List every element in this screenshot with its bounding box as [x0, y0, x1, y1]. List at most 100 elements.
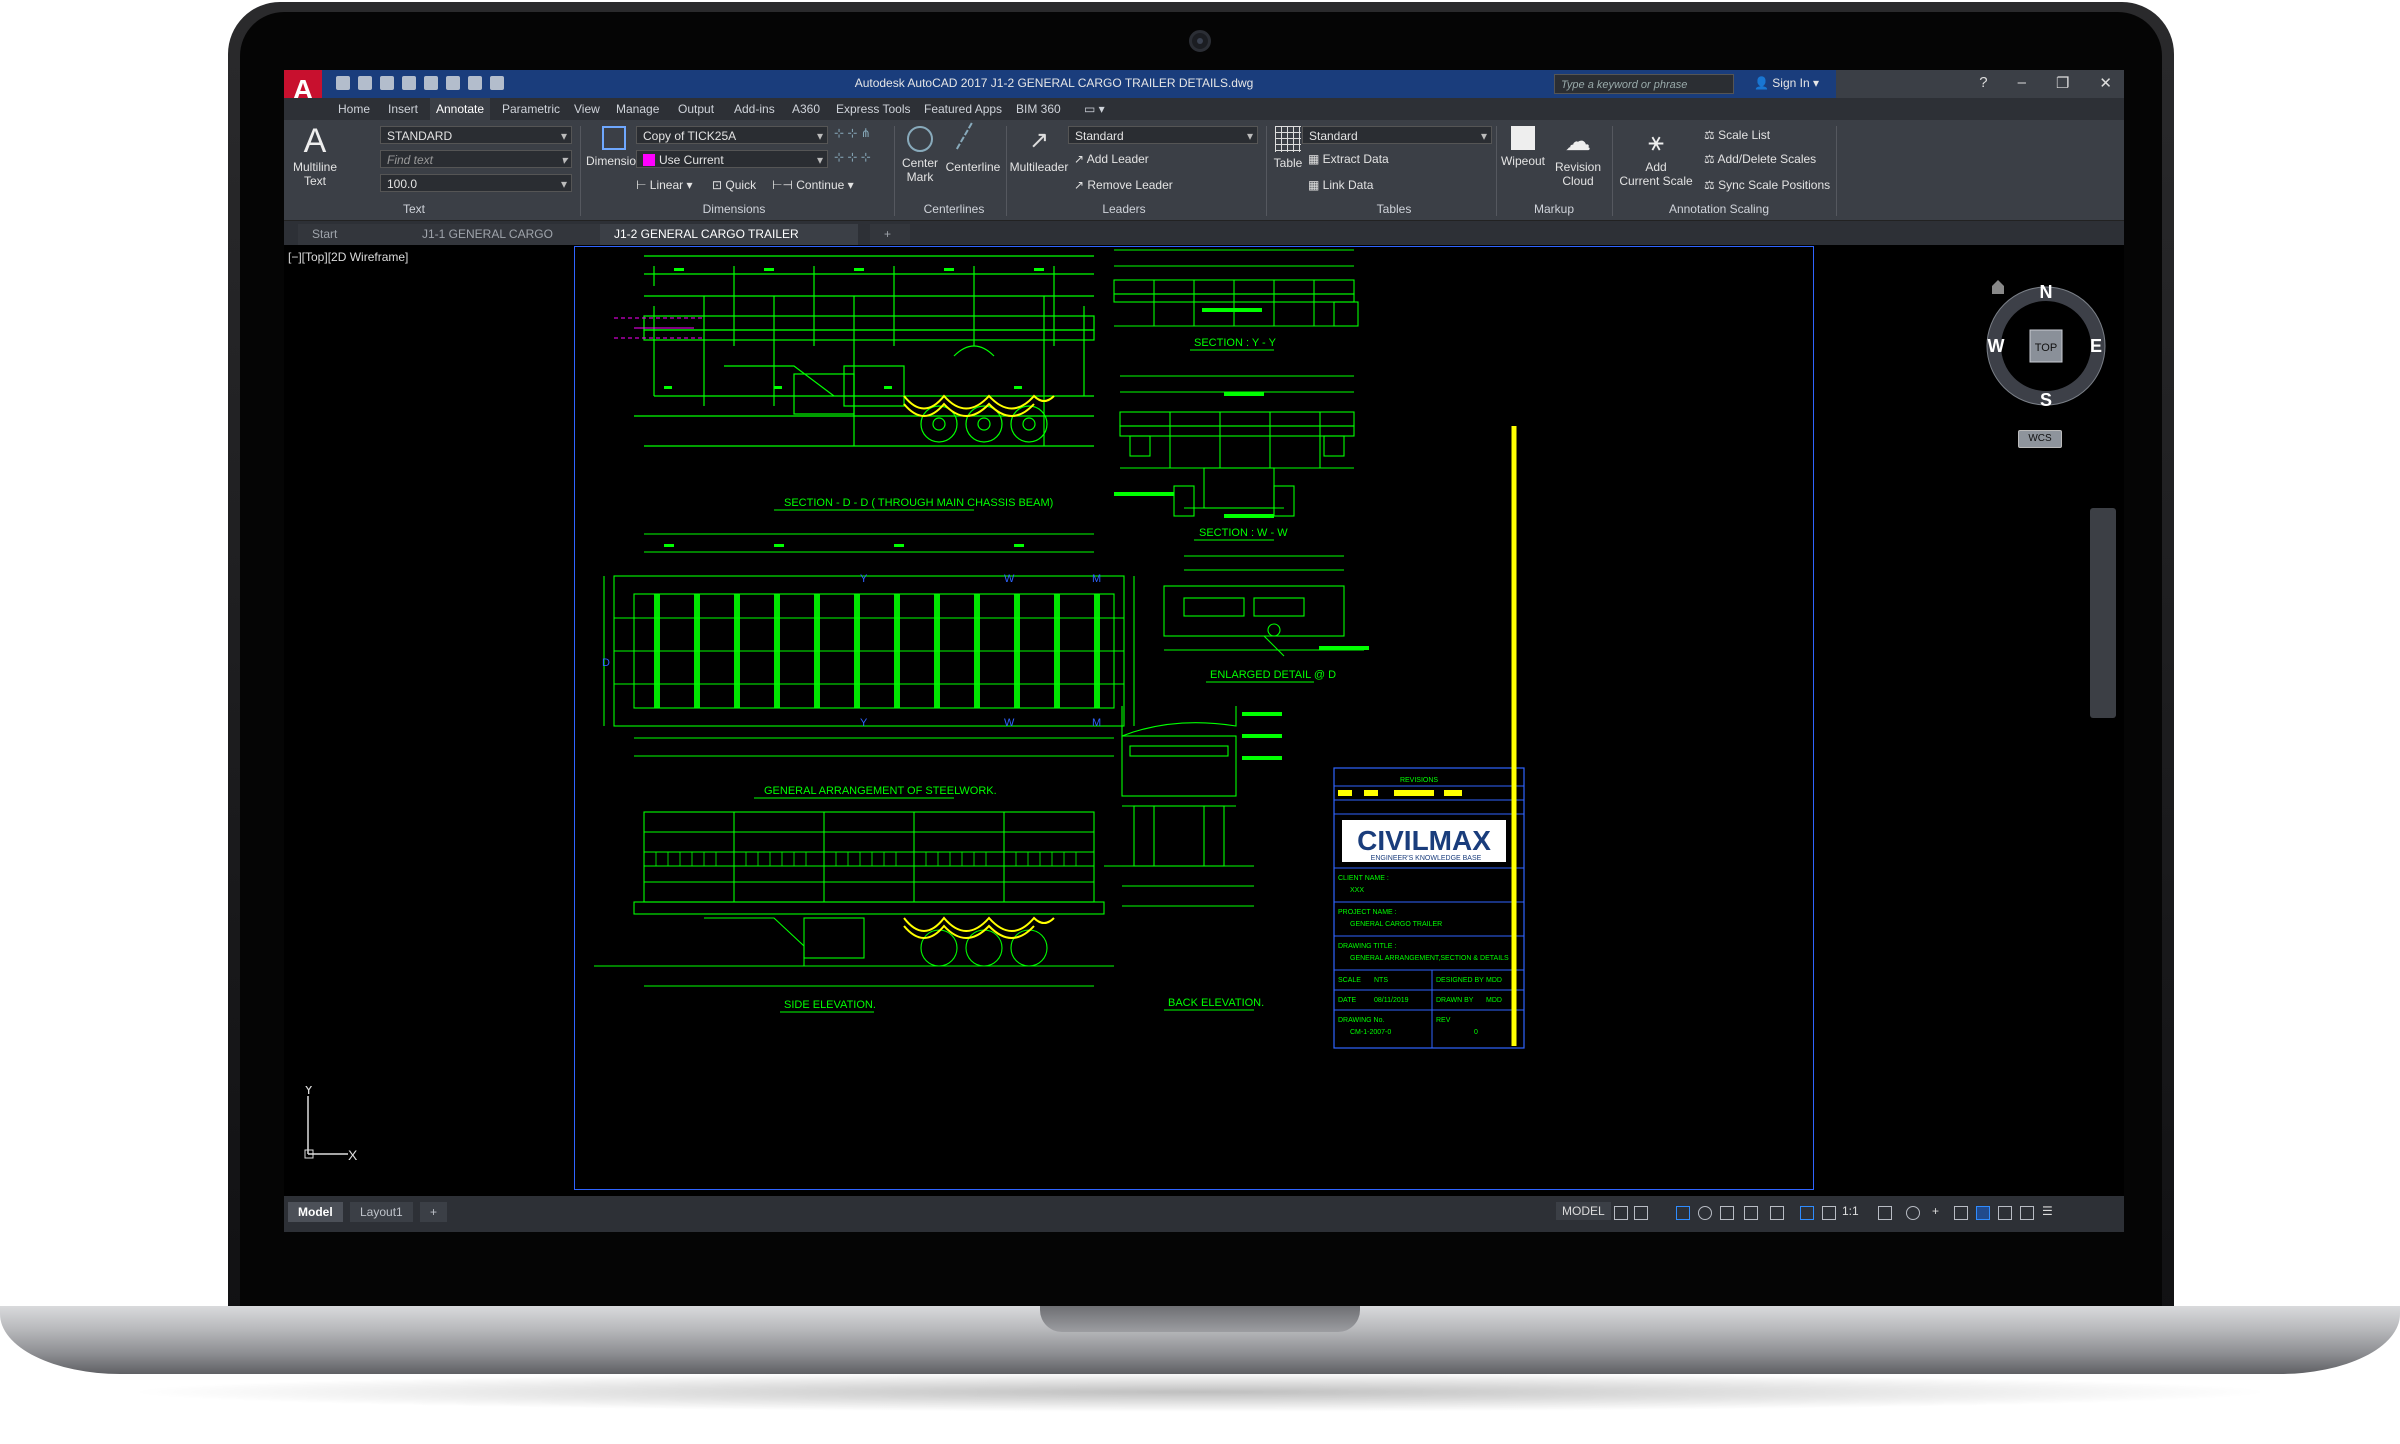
tab-drawing-1[interactable]: J1-1 GENERAL CARGO TRAILER* — [408, 224, 612, 262]
side-elevation-panels — [655, 852, 1077, 866]
dimension-style-select[interactable]: Copy of TICK25A — [636, 126, 828, 145]
text-style-select[interactable]: STANDARD — [380, 126, 572, 145]
annotation-scale[interactable]: 1:1 — [1842, 1204, 1859, 1218]
tab-start[interactable]: Start — [298, 224, 422, 245]
multiline-text-button[interactable]: A Multiline Text — [292, 124, 338, 188]
tab-express-tools[interactable]: Express Tools — [836, 102, 910, 116]
tab-drawing-2[interactable]: J1-2 GENERAL CARGO TRAILER DETAILS* — [600, 224, 858, 262]
annotation-visibility-icon[interactable] — [1800, 1206, 1814, 1220]
tables-panel-label[interactable]: Tables — [1344, 202, 1444, 216]
dimension-tools-icons[interactable]: ⊹ ⊹ ⋔ — [834, 126, 871, 140]
dimension-break-icons[interactable]: ⊹ ⊹ ⊹ — [834, 150, 871, 164]
link-data-button[interactable]: ▦ Link Data — [1308, 178, 1373, 192]
wcs-menu[interactable]: WCS — [2018, 430, 2062, 448]
add-leader-button[interactable]: ↗ Add Leader — [1074, 152, 1149, 166]
ribbon-separator — [580, 126, 581, 216]
grid-icon[interactable] — [1614, 1206, 1628, 1220]
revision-cloud-button[interactable]: ☁ Revision Cloud — [1548, 126, 1608, 188]
tab-view[interactable]: View — [574, 102, 600, 116]
clean-screen-icon[interactable] — [2020, 1206, 2034, 1220]
help-icon[interactable]: ? — [1979, 74, 1987, 92]
print-icon[interactable] — [424, 76, 438, 90]
polar-icon[interactable] — [1698, 1206, 1712, 1220]
home-icon[interactable] — [1992, 280, 2004, 294]
table-style-select[interactable]: Standard — [1302, 126, 1492, 145]
compass-south[interactable]: S — [2040, 390, 2052, 410]
annotation-monitor-icon[interactable] — [1878, 1206, 1892, 1220]
wipeout-button[interactable]: Wipeout — [1498, 126, 1548, 168]
tab-annotate[interactable]: Annotate — [430, 98, 491, 120]
sync-scale-positions-button[interactable]: ⚖ Sync Scale Positions — [1704, 178, 1830, 192]
new-icon[interactable] — [336, 76, 350, 90]
navigation-bar[interactable] — [2090, 508, 2116, 718]
isolate-objects-icon[interactable] — [1976, 1206, 1990, 1220]
drawing-viewport[interactable]: [−][Top][2D Wireframe] SECTION - D - D (… — [284, 246, 2124, 1196]
compass-west[interactable]: W — [1988, 336, 2005, 356]
tab-a360[interactable]: A360 — [792, 102, 820, 116]
multileader-button[interactable]: ↗ Multileader — [1008, 126, 1070, 174]
minimize-icon[interactable]: – — [2018, 74, 2026, 92]
add-delete-scales-button[interactable]: ⚖ Add/Delete Scales — [1704, 152, 1816, 166]
compass-east[interactable]: E — [2090, 336, 2102, 356]
model-space-toggle[interactable]: MODEL — [1556, 1202, 1611, 1220]
dimension-button[interactable]: Dimension — [586, 126, 643, 168]
redo-icon[interactable] — [468, 76, 482, 90]
open-icon[interactable] — [358, 76, 372, 90]
find-text-input[interactable]: Find text — [380, 150, 572, 169]
add-layout-button[interactable]: + — [420, 1202, 448, 1222]
close-icon[interactable]: ✕ — [2099, 74, 2112, 92]
workspace-gear-icon[interactable] — [1906, 1206, 1920, 1220]
ortho-icon[interactable] — [1676, 1206, 1690, 1220]
section-yy-title: SECTION : Y - Y — [1194, 337, 1277, 349]
remove-leader-button[interactable]: ↗ Remove Leader — [1074, 178, 1173, 192]
tab-insert[interactable]: Insert — [388, 102, 418, 116]
centerline-button[interactable]: Centerline — [944, 122, 1002, 174]
tab-manage[interactable]: Manage — [616, 102, 659, 116]
save-as-icon[interactable] — [402, 76, 416, 90]
units-icon[interactable] — [1954, 1206, 1968, 1220]
center-mark-button[interactable]: Center Mark — [898, 126, 942, 184]
share-icon[interactable] — [490, 76, 504, 90]
panel-options-icon[interactable]: ▭ ▾ — [1084, 102, 1105, 116]
object-snap-icon[interactable] — [1744, 1206, 1758, 1220]
linear-button[interactable]: ⊢ Linear ▾ — [636, 178, 693, 192]
undo-icon[interactable] — [446, 76, 460, 90]
tab-add-ins[interactable]: Add-ins — [734, 102, 775, 116]
viewport-controls[interactable]: [−][Top][2D Wireframe] — [288, 250, 408, 264]
restore-icon[interactable]: ❐ — [2056, 74, 2069, 92]
remove-leader-label: Remove Leader — [1087, 178, 1173, 192]
add-current-scale-button[interactable]: ⚹ Add Current Scale — [1614, 126, 1698, 188]
save-icon[interactable] — [380, 76, 394, 90]
search-input[interactable]: Type a keyword or phrase — [1554, 74, 1734, 94]
cad-drawing[interactable]: SECTION - D - D ( THROUGH MAIN CHASSIS B… — [574, 246, 1814, 1190]
leaders-panel-label[interactable]: Leaders — [1074, 202, 1174, 216]
sign-in-button[interactable]: 👤 Sign In ▾ — [1754, 76, 1819, 90]
ribbon-separator — [1612, 126, 1613, 216]
customization-menu-icon[interactable]: ☰ — [2042, 1204, 2053, 1218]
isodraft-icon[interactable] — [1720, 1206, 1734, 1220]
tab-parametric[interactable]: Parametric — [502, 102, 560, 116]
tab-output[interactable]: Output — [678, 102, 714, 116]
quick-button[interactable]: ⊡ Quick — [712, 178, 756, 192]
viewcube[interactable]: TOP N S E W — [1984, 276, 2114, 426]
continue-button[interactable]: ⊢⊣ Continue ▾ — [772, 178, 854, 192]
new-tab-button[interactable]: + — [870, 224, 910, 245]
dimension-layer-select[interactable]: Use Current — [636, 150, 828, 169]
text-panel-label[interactable]: Text — [354, 202, 474, 216]
compass-north[interactable]: N — [2040, 282, 2053, 302]
dimensions-panel-label[interactable]: Dimensions — [664, 202, 804, 216]
text-height-select[interactable]: 100.0 — [380, 174, 572, 193]
tab-featured-apps[interactable]: Featured Apps — [924, 102, 1002, 116]
tab-layout1[interactable]: Layout1 — [350, 1202, 413, 1222]
snap-icon[interactable] — [1634, 1206, 1648, 1220]
leader-style-select[interactable]: Standard — [1068, 126, 1258, 145]
auto-scale-icon[interactable] — [1822, 1206, 1836, 1220]
tab-model[interactable]: Model — [288, 1202, 343, 1222]
scale-list-button[interactable]: ⚖ Scale List — [1704, 128, 1770, 142]
hardware-acceleration-icon[interactable] — [1998, 1206, 2012, 1220]
extract-data-button[interactable]: ▦ Extract Data — [1308, 152, 1389, 166]
snap-tracking-icon[interactable] — [1770, 1206, 1784, 1220]
tab-home[interactable]: Home — [338, 102, 370, 116]
add-icon[interactable]: + — [1932, 1204, 1939, 1218]
tab-bim-360[interactable]: BIM 360 — [1016, 102, 1061, 116]
